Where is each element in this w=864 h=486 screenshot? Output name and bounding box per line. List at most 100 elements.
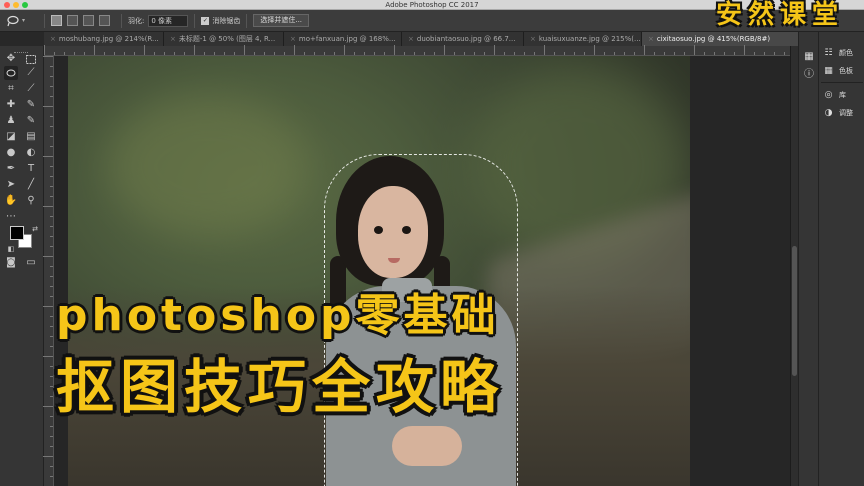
healing-brush-tool-icon[interactable]: ✚	[4, 98, 18, 112]
ruler-tick	[144, 45, 145, 55]
ruler-tick	[244, 45, 245, 55]
document-tab-bar: × moshubang.jpg @ 214%(R... × 未标题-1 @ 50% …	[44, 32, 800, 46]
eyedropper-tool-icon[interactable]: ⟋	[24, 82, 38, 96]
ruler-tick	[394, 45, 395, 55]
horizontal-ruler	[44, 45, 792, 56]
ruler-tick	[554, 52, 555, 55]
ruler-tick	[50, 336, 53, 337]
close-icon[interactable]: ×	[530, 32, 536, 46]
document-tab-active[interactable]: × cixitaosuo.jpg @ 415%(RGB/8#)	[642, 32, 800, 46]
document-tab[interactable]: × moshubang.jpg @ 214%(R...	[44, 32, 164, 46]
eye	[402, 226, 411, 234]
ruler-tick	[50, 196, 53, 197]
tab-label: kuaisuxuanze.jpg @ 215%(...	[538, 35, 641, 43]
ruler-tick	[574, 52, 575, 55]
close-icon[interactable]: ×	[50, 32, 56, 46]
ruler-tick	[50, 86, 53, 87]
panel-label: 库	[839, 91, 846, 99]
ruler-tick	[634, 52, 635, 55]
info-icon[interactable]: ⓘ	[803, 66, 815, 80]
overlay-title-line1: photoshop零基础	[56, 290, 500, 341]
crop-tool-icon[interactable]: ⌗	[4, 82, 18, 96]
ruler-tick	[43, 306, 53, 307]
select-and-mask-button[interactable]: 选择并遮住...	[253, 14, 310, 27]
quick-selection-tool-icon[interactable]: ⟋	[24, 66, 38, 80]
more-tools-icon[interactable]: ⋯	[4, 210, 18, 224]
ruler-tick	[50, 426, 53, 427]
ruler-tick	[43, 406, 53, 407]
ruler-tick	[304, 52, 305, 55]
intersect-selection-button[interactable]	[99, 15, 110, 26]
antialias-checkbox[interactable]: ✓	[201, 16, 210, 25]
ruler-tick	[234, 52, 235, 55]
type-tool-icon[interactable]: T	[24, 162, 38, 176]
close-icon[interactable]: ×	[408, 32, 414, 46]
screen-mode-icon[interactable]: ▭	[24, 256, 38, 270]
ruler-tick	[50, 76, 53, 77]
canvas-area[interactable]	[54, 56, 792, 486]
move-tool-icon[interactable]: ✥	[4, 52, 18, 66]
ruler-tick	[124, 52, 125, 55]
quick-mask-icon[interactable]: ◙	[4, 256, 18, 270]
history-icon[interactable]: ▦	[803, 50, 815, 62]
tab-label: mo+fanxuan.jpg @ 168%...	[298, 35, 396, 43]
ruler-tick	[64, 52, 65, 55]
marquee-tool-icon[interactable]	[24, 52, 38, 66]
ruler-tick	[50, 386, 53, 387]
brush-tool-icon[interactable]: ✎	[24, 98, 38, 112]
panel-color[interactable]: ☷ 颜色	[823, 46, 853, 60]
foreground-color-swatch-front	[10, 226, 24, 240]
ruler-tick	[764, 52, 765, 55]
ruler-tick	[50, 466, 53, 467]
tool-preset-picker[interactable]: ▾	[6, 13, 38, 29]
gradient-tool-icon[interactable]: ▤	[24, 130, 38, 144]
dodge-tool-icon[interactable]: ◐	[24, 146, 38, 160]
panel-label: 调整	[839, 109, 853, 117]
ruler-tick	[514, 52, 515, 55]
new-selection-button[interactable]	[51, 15, 62, 26]
close-icon[interactable]: ×	[170, 32, 176, 46]
document-tab[interactable]: × duobiantaosuo.jpg @ 66.7...	[402, 32, 524, 46]
ruler-tick	[50, 166, 53, 167]
panel-swatches[interactable]: ▦ 色板	[823, 64, 853, 78]
subtract-from-selection-button[interactable]	[83, 15, 94, 26]
document-tab[interactable]: × 未标题-1 @ 50% (图层 4, R...	[164, 32, 284, 46]
path-selection-tool-icon[interactable]: ➤	[4, 178, 18, 192]
ruler-tick	[50, 346, 53, 347]
close-icon[interactable]: ×	[290, 32, 296, 46]
ruler-tick	[43, 56, 53, 57]
clone-stamp-tool-icon[interactable]: ♟	[4, 114, 18, 128]
eraser-tool-icon[interactable]: ◪	[4, 130, 18, 144]
document-tab[interactable]: × mo+fanxuan.jpg @ 168%...	[284, 32, 402, 46]
default-colors-icon[interactable]: ◧	[4, 242, 18, 256]
swap-colors-icon[interactable]: ⇄	[28, 222, 42, 236]
ruler-tick	[724, 52, 725, 55]
vertical-scrollbar[interactable]	[790, 46, 798, 486]
divider	[121, 13, 122, 28]
zoom-tool-icon[interactable]: ⚲	[24, 194, 38, 208]
lasso-tool-icon[interactable]	[4, 66, 18, 80]
pen-tool-icon[interactable]: ✒	[4, 162, 18, 176]
ruler-tick	[384, 52, 385, 55]
history-brush-tool-icon[interactable]: ✎	[24, 114, 38, 128]
close-icon[interactable]: ×	[648, 32, 654, 46]
add-to-selection-button[interactable]	[67, 15, 78, 26]
blur-tool-icon[interactable]: ●	[4, 146, 18, 160]
document-image[interactable]	[68, 56, 690, 486]
panel-libraries[interactable]: ◎ 库	[823, 88, 846, 102]
document-tab[interactable]: × kuaisuxuanze.jpg @ 215%(...	[524, 32, 642, 46]
ruler-tick	[414, 52, 415, 55]
ruler-tick	[154, 52, 155, 55]
ruler-tick	[50, 396, 53, 397]
ruler-tick	[314, 52, 315, 55]
ruler-tick	[94, 45, 95, 55]
ruler-tick	[674, 52, 675, 55]
ruler-tick	[464, 52, 465, 55]
hand-tool-icon[interactable]: ✋	[4, 194, 18, 208]
ruler-tick	[44, 45, 45, 55]
ruler-tick	[50, 446, 53, 447]
feather-input[interactable]: 0 像素	[148, 14, 189, 27]
panel-adjustments[interactable]: ◑ 调整	[823, 106, 853, 120]
line-tool-icon[interactable]: ╱	[24, 178, 38, 192]
scrollbar-thumb[interactable]	[792, 246, 797, 376]
